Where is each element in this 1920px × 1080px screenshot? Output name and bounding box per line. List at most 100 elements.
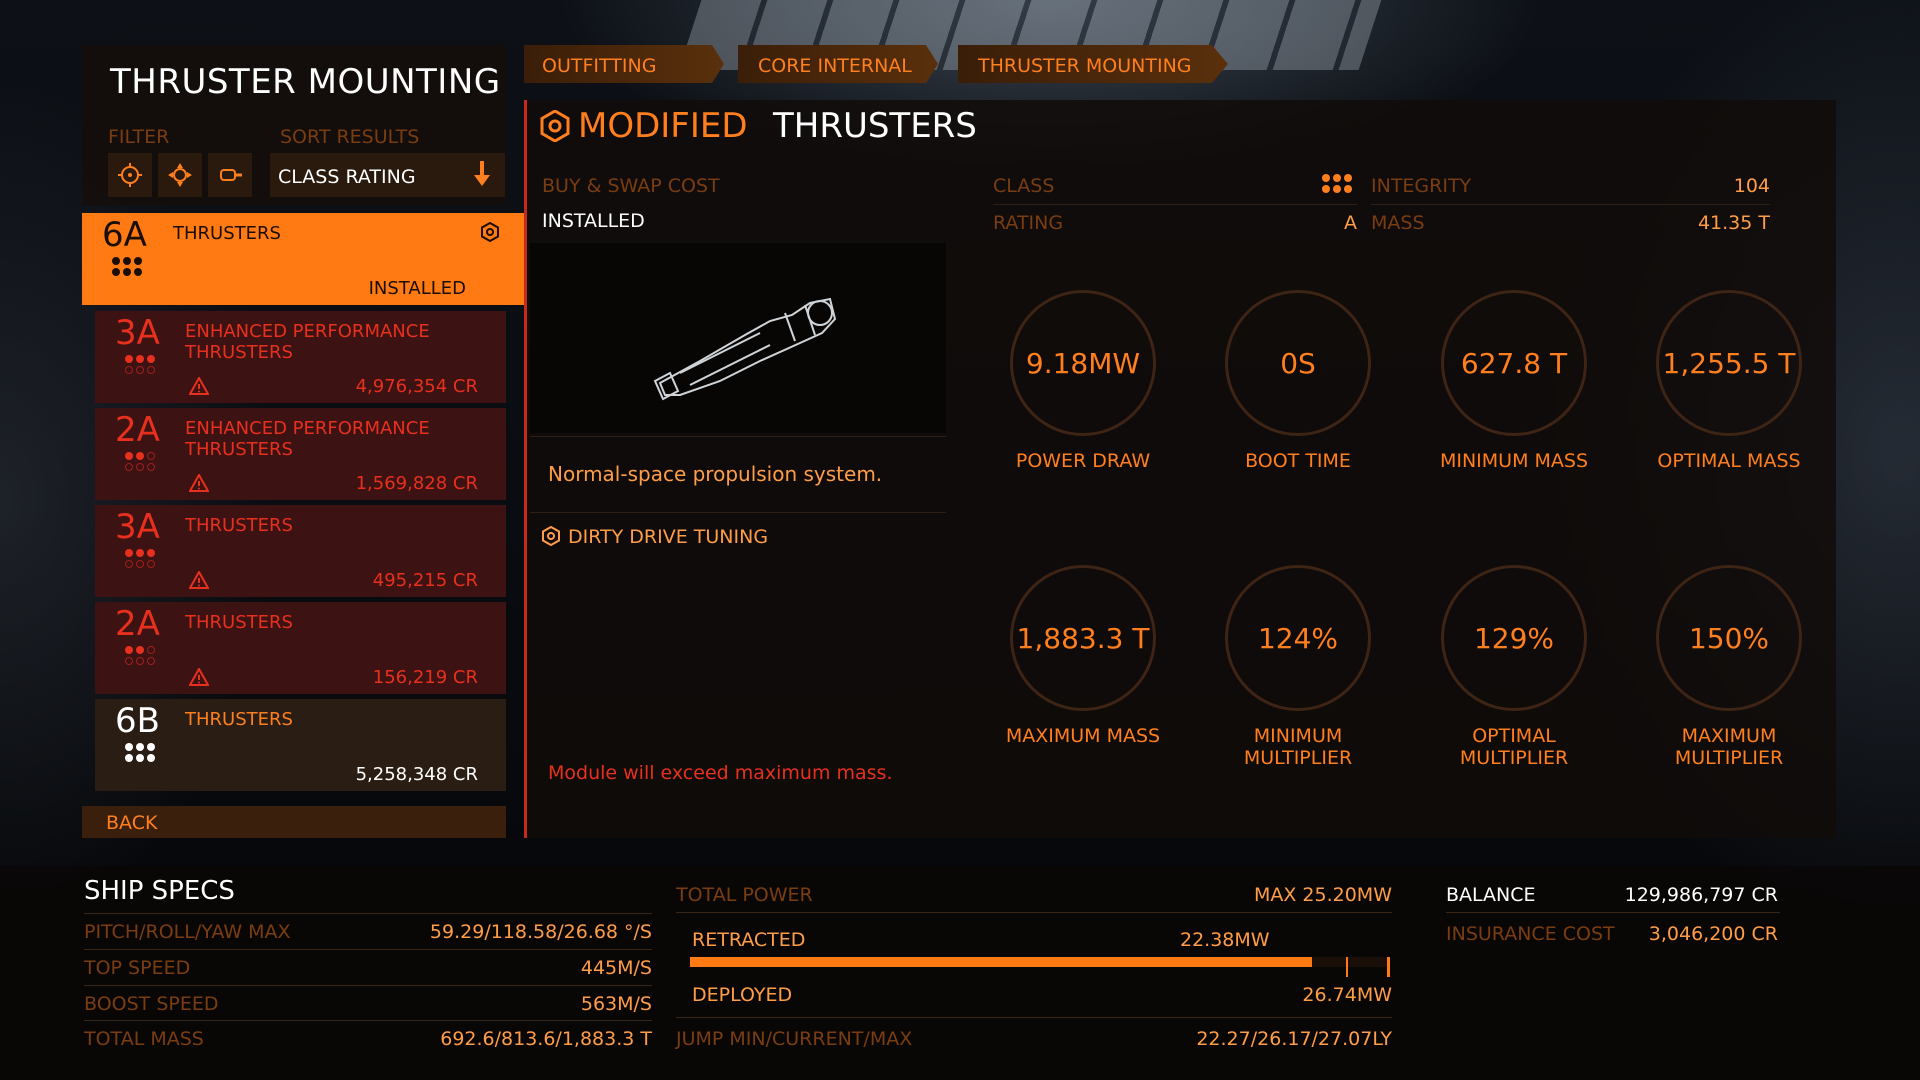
panel-divider (524, 100, 527, 838)
balance-value: 129,986,797 CR (1624, 884, 1778, 906)
divider (84, 985, 652, 986)
retracted-value: 22.38MW (1180, 929, 1270, 951)
class-dots-icon (112, 257, 142, 276)
engineered-icon (542, 526, 560, 546)
ship-spec-value: 59.29/118.58/26.68 °/S (429, 921, 652, 943)
stat-ring-label: BOOT TIME (1193, 450, 1403, 472)
filter-button-gimballed[interactable] (158, 153, 202, 197)
stat-ring-label: MINIMUM MASS (1409, 450, 1619, 472)
module-class: 3A (115, 507, 160, 547)
rating-label: RATING (993, 212, 1064, 234)
stat-ring-value: 9.18MW (1010, 290, 1156, 436)
divider (84, 1020, 652, 1021)
module-class: 6A (102, 215, 147, 255)
stat-ring-value: 627.8 T (1441, 290, 1587, 436)
back-label: BACK (106, 812, 158, 834)
module-class: 6B (115, 701, 160, 741)
stat-ring-value: 1,883.3 T (1010, 565, 1156, 711)
stat-ring-label-line: MULTIPLIER (1674, 747, 1784, 769)
divider (993, 204, 1357, 205)
stat-ring-label: POWER DRAW (978, 450, 1188, 472)
module-name: THRUSTERS (185, 439, 293, 460)
mass-value: 41.35 T (1697, 212, 1770, 234)
module-price: 4,976,354 CR (355, 376, 478, 397)
stat-ring-label-line: MINIMUM (1253, 725, 1343, 747)
divider (530, 512, 946, 513)
stat-ring-label-line: OPTIMAL MASS (1657, 450, 1801, 472)
stat-ring-label: MAXIMUM MASS (978, 725, 1188, 747)
warning-icon (189, 571, 209, 589)
class-label: CLASS (993, 175, 1055, 197)
ship-spec-value: 692.6/813.6/1,883.3 T (440, 1028, 652, 1050)
stat-ring-label: MAXIMUM MULTIPLIER (1624, 725, 1834, 769)
total-power-value: MAX 25.20MW (1253, 884, 1392, 906)
module-preview (530, 243, 946, 433)
retracted-label: RETRACTED (692, 929, 806, 951)
jump-range-label: JUMP MIN/CURRENT/MAX (676, 1028, 913, 1050)
module-name: THRUSTERS (173, 223, 281, 244)
module-price: 495,215 CR (372, 570, 478, 591)
divider (84, 913, 652, 914)
engineering-modification[interactable]: DIRTY DRIVE TUNING (568, 526, 768, 548)
mass-warning-text: Module will exceed maximum mass. (548, 762, 893, 784)
stat-ring-label-line: BOOT TIME (1245, 450, 1351, 472)
breadcrumb-label: THRUSTER MOUNTING (978, 55, 1192, 77)
sort-label: SORT RESULTS (280, 126, 420, 148)
power-bar-limit (1346, 957, 1390, 977)
breadcrumb-label: CORE INTERNAL (758, 55, 912, 77)
insurance-value: 3,046,200 CR (1648, 923, 1778, 945)
ship-spec-label: TOTAL MASS (84, 1028, 204, 1050)
sort-value: CLASS RATING (278, 166, 416, 188)
cost-label: BUY & SWAP COST (542, 175, 720, 197)
module-name: ENHANCED PERFORMANCE (185, 418, 430, 439)
breadcrumb-label: OUTFITTING (542, 55, 657, 77)
ship-spec-label: PITCH/ROLL/YAW MAX (84, 921, 291, 943)
module-class: 2A (115, 410, 160, 450)
deployed-value: 26.74MW (1302, 984, 1392, 1006)
stat-ring-value: 1,255.5 T (1656, 290, 1802, 436)
deployed-label: DEPLOYED (692, 984, 793, 1006)
warning-icon (189, 668, 209, 686)
arrow-down-icon (474, 161, 490, 186)
stat-ring-label: OPTIMAL MULTIPLIER (1409, 725, 1619, 769)
ship-spec-value: 445M/S (580, 957, 652, 979)
gimbal-icon (168, 163, 192, 187)
total-power-label: TOTAL POWER (676, 884, 813, 906)
class-dots-icon (125, 452, 155, 471)
filter-button-turret[interactable] (208, 153, 252, 197)
stat-ring-value: 129% (1441, 565, 1587, 711)
module-price: 5,258,348 CR (355, 764, 478, 785)
module-name: THRUSTERS (185, 709, 293, 730)
stat-ring-label-line: MAXIMUM (1681, 725, 1777, 747)
cost-value: INSTALLED (542, 210, 645, 232)
page-title: THRUSTER MOUNTING (110, 62, 501, 102)
integrity-label: INTEGRITY (1371, 175, 1472, 197)
divider (676, 912, 1392, 913)
engineered-icon (540, 110, 570, 142)
filter-label: FILTER (108, 126, 170, 148)
stat-ring-label: OPTIMAL MASS (1624, 450, 1834, 472)
module-name: THRUSTERS (185, 342, 293, 363)
rating-value: A (1344, 212, 1357, 234)
stat-ring-label: MINIMUM MULTIPLIER (1193, 725, 1403, 769)
ship-spec-label: BOOST SPEED (84, 993, 219, 1015)
ship-specs-title: SHIP SPECS (84, 876, 235, 906)
warning-icon (189, 377, 209, 395)
divider (1446, 912, 1780, 913)
modified-label: MODIFIED (578, 106, 748, 146)
module-description: Normal-space propulsion system. (548, 462, 883, 486)
divider (676, 1017, 1392, 1018)
class-dots-icon (1322, 174, 1352, 193)
ship-spec-value: 563M/S (580, 993, 652, 1015)
module-class: 3A (115, 313, 160, 353)
module-price: 1,569,828 CR (355, 473, 478, 494)
divider (84, 949, 652, 950)
stat-ring-value: 150% (1656, 565, 1802, 711)
filter-button-fixed[interactable] (108, 153, 152, 197)
module-price: INSTALLED (368, 278, 466, 299)
class-dots-icon (125, 355, 155, 374)
power-bar-fill (690, 957, 1312, 967)
stat-ring-value: 0S (1225, 290, 1371, 436)
class-dots-icon (125, 646, 155, 665)
class-dots-icon (125, 549, 155, 568)
